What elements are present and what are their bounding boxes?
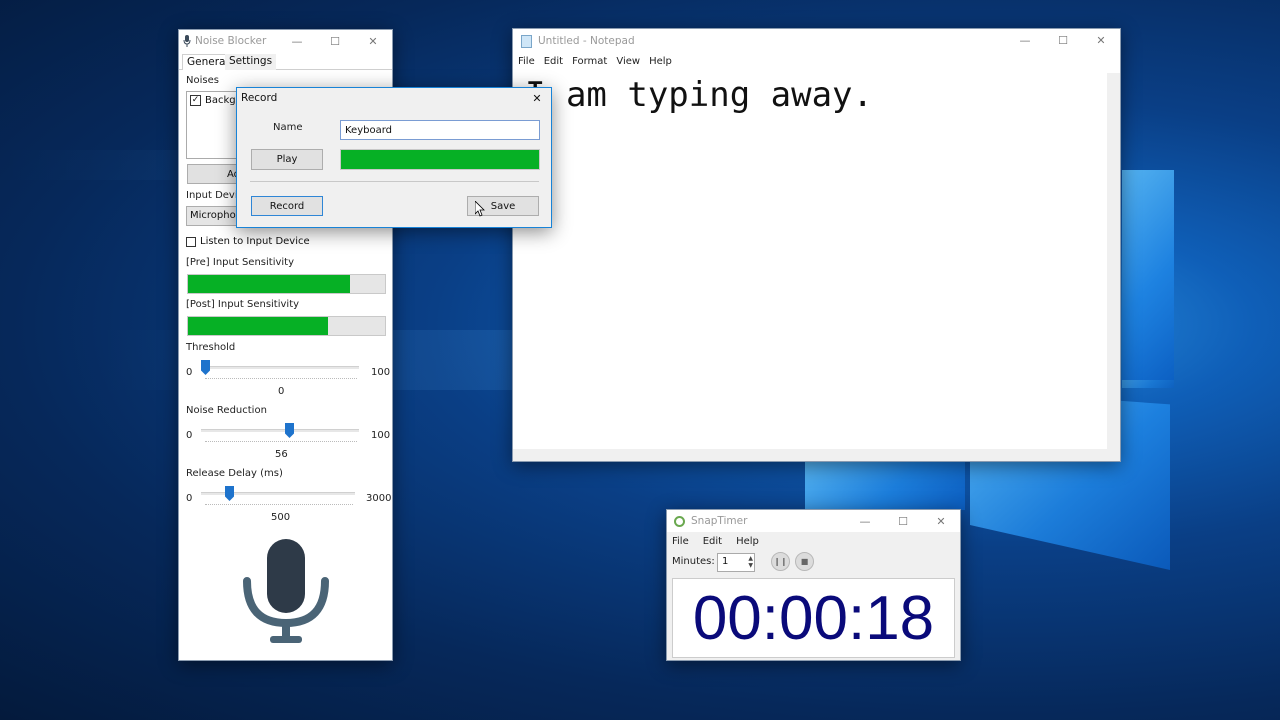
slider-track — [201, 366, 359, 369]
record-button[interactable]: Record — [251, 196, 323, 216]
listen-checkbox-row[interactable]: Listen to Input Device — [186, 236, 310, 247]
name-input[interactable]: Keyboard — [340, 120, 540, 140]
threshold-value: 0 — [278, 386, 285, 397]
notepad-window: Untitled - Notepad — ☐ ✕ File Edit Forma… — [512, 28, 1121, 462]
threshold-min: 0 — [186, 367, 193, 378]
checked-checkbox[interactable]: ✓ — [190, 95, 201, 106]
menu-edit[interactable]: Edit — [703, 536, 722, 547]
minimize-button[interactable]: — — [278, 30, 316, 52]
microphone-icon[interactable] — [241, 535, 331, 647]
post-sensitivity-meter — [187, 316, 386, 336]
horizontal-scrollbar[interactable] — [513, 449, 1120, 461]
menu-view[interactable]: View — [616, 56, 640, 67]
threshold-max: 100 — [371, 367, 391, 378]
vertical-scrollbar[interactable] — [1107, 73, 1120, 449]
windows-logo-pane — [805, 462, 965, 510]
window-title: Untitled - Notepad — [538, 35, 635, 47]
menu-bar: File Edit Help — [667, 536, 960, 547]
slider-thumb[interactable] — [201, 360, 210, 375]
maximize-button[interactable]: ☐ — [316, 30, 354, 52]
slider-ticks — [205, 441, 357, 443]
menu-bar: File Edit Format View Help — [513, 56, 1120, 67]
divider — [250, 181, 539, 182]
pre-sensitivity-meter — [187, 274, 386, 294]
threshold-slider[interactable] — [201, 360, 361, 384]
window-title: SnapTimer — [691, 515, 748, 527]
tab-settings[interactable]: Settings — [225, 54, 277, 70]
dialog-title: Record — [241, 92, 278, 104]
release-delay-value: 500 — [271, 512, 291, 523]
title-bar: Untitled - Notepad — ☐ ✕ — [513, 29, 1120, 53]
noise-reduction-min: 0 — [186, 430, 193, 441]
minutes-stepper[interactable]: 1 ▲ ▼ — [717, 553, 755, 572]
input-device-value: Micropho — [190, 210, 236, 221]
slider-ticks — [205, 378, 357, 380]
text-editor[interactable]: I am typing away. — [513, 73, 1107, 449]
minutes-value: 1 — [722, 556, 729, 567]
menu-help[interactable]: Help — [649, 56, 672, 67]
name-input-value: Keyboard — [345, 124, 393, 136]
slider-ticks — [205, 504, 353, 506]
microphone-icon — [183, 35, 191, 47]
title-bar: SnapTimer — ☐ ✕ — [667, 510, 960, 532]
noise-reduction-max: 100 — [371, 430, 391, 441]
meter-fill — [188, 317, 328, 335]
close-button[interactable]: ✕ — [922, 510, 960, 532]
mouse-cursor-icon — [474, 200, 485, 220]
listen-checkbox[interactable] — [186, 236, 196, 247]
clock-icon — [674, 515, 685, 527]
notepad-icon — [521, 34, 532, 48]
noise-reduction-label: Noise Reduction — [186, 405, 267, 416]
slider-track — [201, 429, 359, 432]
minimize-button[interactable]: — — [846, 510, 884, 532]
window-title: Noise Blocker — [195, 35, 267, 47]
release-delay-max: 3000 — [366, 493, 392, 504]
maximize-button[interactable]: ☐ — [1044, 29, 1082, 51]
slider-thumb[interactable] — [225, 486, 234, 501]
timer-display: 00:00:18 — [672, 578, 955, 658]
stepper-arrows-icon[interactable]: ▲ ▼ — [748, 555, 753, 569]
close-button[interactable]: ✕ — [1082, 29, 1120, 51]
minutes-label: Minutes: — [672, 556, 715, 567]
stop-button[interactable]: ■ — [795, 552, 814, 571]
noise-reduction-value: 56 — [275, 449, 288, 460]
slider-thumb[interactable] — [285, 423, 294, 438]
noise-reduction-slider[interactable] — [201, 423, 361, 447]
maximize-button[interactable]: ☐ — [884, 510, 922, 532]
meter-fill — [341, 150, 539, 169]
input-device-label: Input Devic — [186, 190, 244, 201]
post-sensitivity-label: [Post] Input Sensitivity — [186, 299, 300, 310]
pre-sensitivity-label: [Pre] Input Sensitivity — [186, 257, 295, 268]
close-button[interactable]: ✕ — [354, 30, 392, 52]
snaptimer-window: SnapTimer — ☐ ✕ File Edit Help Minutes: … — [666, 509, 961, 661]
release-delay-slider[interactable] — [201, 486, 357, 510]
title-bar: Noise Blocker — ☐ ✕ — [179, 30, 392, 52]
menu-format[interactable]: Format — [572, 56, 607, 67]
title-bar: Record ✕ — [237, 88, 551, 108]
noises-label: Noises — [186, 75, 219, 86]
name-label: Name — [273, 122, 303, 133]
slider-track — [201, 492, 355, 495]
release-delay-min: 0 — [186, 493, 193, 504]
menu-file[interactable]: File — [672, 536, 689, 547]
menu-edit[interactable]: Edit — [544, 56, 563, 67]
record-level-meter — [340, 149, 540, 170]
listen-label: Listen to Input Device — [200, 236, 310, 247]
threshold-label: Threshold — [186, 342, 236, 353]
record-dialog: Record ✕ Name Keyboard Play Record Save — [236, 87, 552, 228]
close-button[interactable]: ✕ — [523, 88, 551, 108]
meter-fill — [188, 275, 350, 293]
windows-logo-pane — [1122, 380, 1174, 388]
windows-logo-pane — [1122, 170, 1174, 380]
release-delay-label: Release Delay (ms) — [186, 468, 283, 479]
menu-help[interactable]: Help — [736, 536, 759, 547]
minimize-button[interactable]: — — [1006, 29, 1044, 51]
menu-file[interactable]: File — [518, 56, 535, 67]
play-button[interactable]: Play — [251, 149, 323, 170]
pause-button[interactable]: ❙❙ — [771, 552, 790, 571]
tab-bar: General Settings — [179, 52, 392, 70]
